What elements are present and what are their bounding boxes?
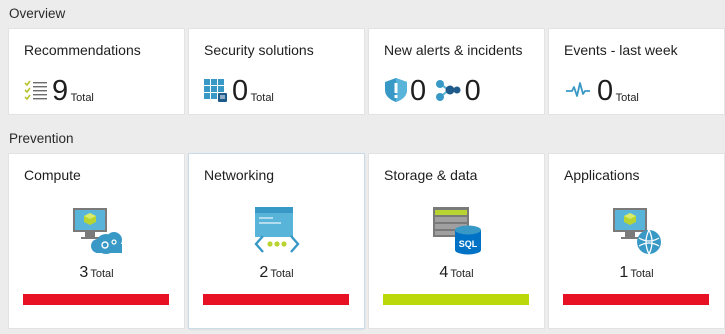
- storage-sql-icon: SQL: [432, 207, 481, 255]
- total-label: Total: [630, 268, 654, 280]
- applications-tile[interactable]: Applications 1 Total: [549, 154, 724, 328]
- networking-icon: [253, 207, 300, 253]
- networking-count: 2 Total: [189, 264, 364, 282]
- status-bar: [383, 294, 529, 305]
- tile-title: Applications: [564, 167, 640, 183]
- prevention-section-label: Prevention: [9, 131, 74, 146]
- total-label: Total: [615, 92, 639, 104]
- solutions-grid-icon: [204, 79, 227, 102]
- tile-title: Compute: [24, 167, 81, 183]
- incidents-count: 0: [464, 75, 482, 107]
- count-value: 3: [79, 264, 89, 281]
- storage-data-tile[interactable]: Storage & data SQL 4 Total: [369, 154, 544, 328]
- applications-icon: [612, 208, 661, 255]
- status-bar: [203, 294, 349, 305]
- total-label: Total: [70, 92, 94, 104]
- total-label: Total: [250, 92, 274, 104]
- stat-row: 9 Total: [23, 74, 94, 106]
- recommendations-count: 9: [52, 75, 69, 107]
- shield-alert-icon: [385, 78, 407, 102]
- count-value: 1: [619, 264, 629, 281]
- networking-tile[interactable]: Networking 2 Total: [189, 154, 364, 328]
- events-count: 0: [597, 75, 614, 107]
- tile-title: Security solutions: [204, 42, 314, 58]
- alerts-incidents-tile[interactable]: New alerts & incidents 0 0: [369, 29, 544, 114]
- count-value: 2: [259, 264, 269, 281]
- total-label: Total: [450, 268, 474, 280]
- pulse-icon: [566, 82, 590, 97]
- total-label: Total: [270, 268, 294, 280]
- stat-row: 0 0: [383, 74, 481, 106]
- alerts-count: 0: [410, 75, 427, 107]
- status-bar-fill: [563, 294, 709, 305]
- svg-text:SQL: SQL: [458, 239, 477, 249]
- status-bar: [23, 294, 169, 305]
- tile-title: Events - last week: [564, 42, 678, 58]
- status-bar-fill: [23, 294, 169, 305]
- stat-row: 0 Total: [563, 74, 639, 106]
- applications-count: 1 Total: [549, 264, 724, 282]
- events-tile[interactable]: Events - last week 0 Total: [549, 29, 724, 114]
- compute-count: 3 Total: [9, 264, 184, 282]
- stat-row: 0 Total: [203, 74, 274, 106]
- storage-count: 4 Total: [369, 264, 544, 282]
- checklist-icon: [24, 80, 47, 101]
- tile-title: New alerts & incidents: [384, 42, 523, 58]
- security-solutions-tile[interactable]: Security solutions 0 Total: [189, 29, 364, 114]
- tile-title: Recommendations: [24, 42, 141, 58]
- status-bar-fill: [203, 294, 349, 305]
- security-solutions-count: 0: [232, 75, 249, 107]
- overview-section-label: Overview: [9, 6, 66, 21]
- tile-title: Networking: [204, 167, 275, 183]
- incident-nodes-icon: [435, 80, 461, 101]
- total-label: Total: [90, 268, 114, 280]
- compute-tile[interactable]: Compute 3 Total: [9, 154, 184, 328]
- recommendations-tile[interactable]: Recommendations 9 Total: [9, 29, 184, 114]
- status-bar: [563, 294, 709, 305]
- compute-icon: [72, 208, 122, 254]
- count-value: 4: [439, 264, 449, 281]
- status-bar-fill: [383, 294, 529, 305]
- tile-title: Storage & data: [384, 167, 478, 183]
